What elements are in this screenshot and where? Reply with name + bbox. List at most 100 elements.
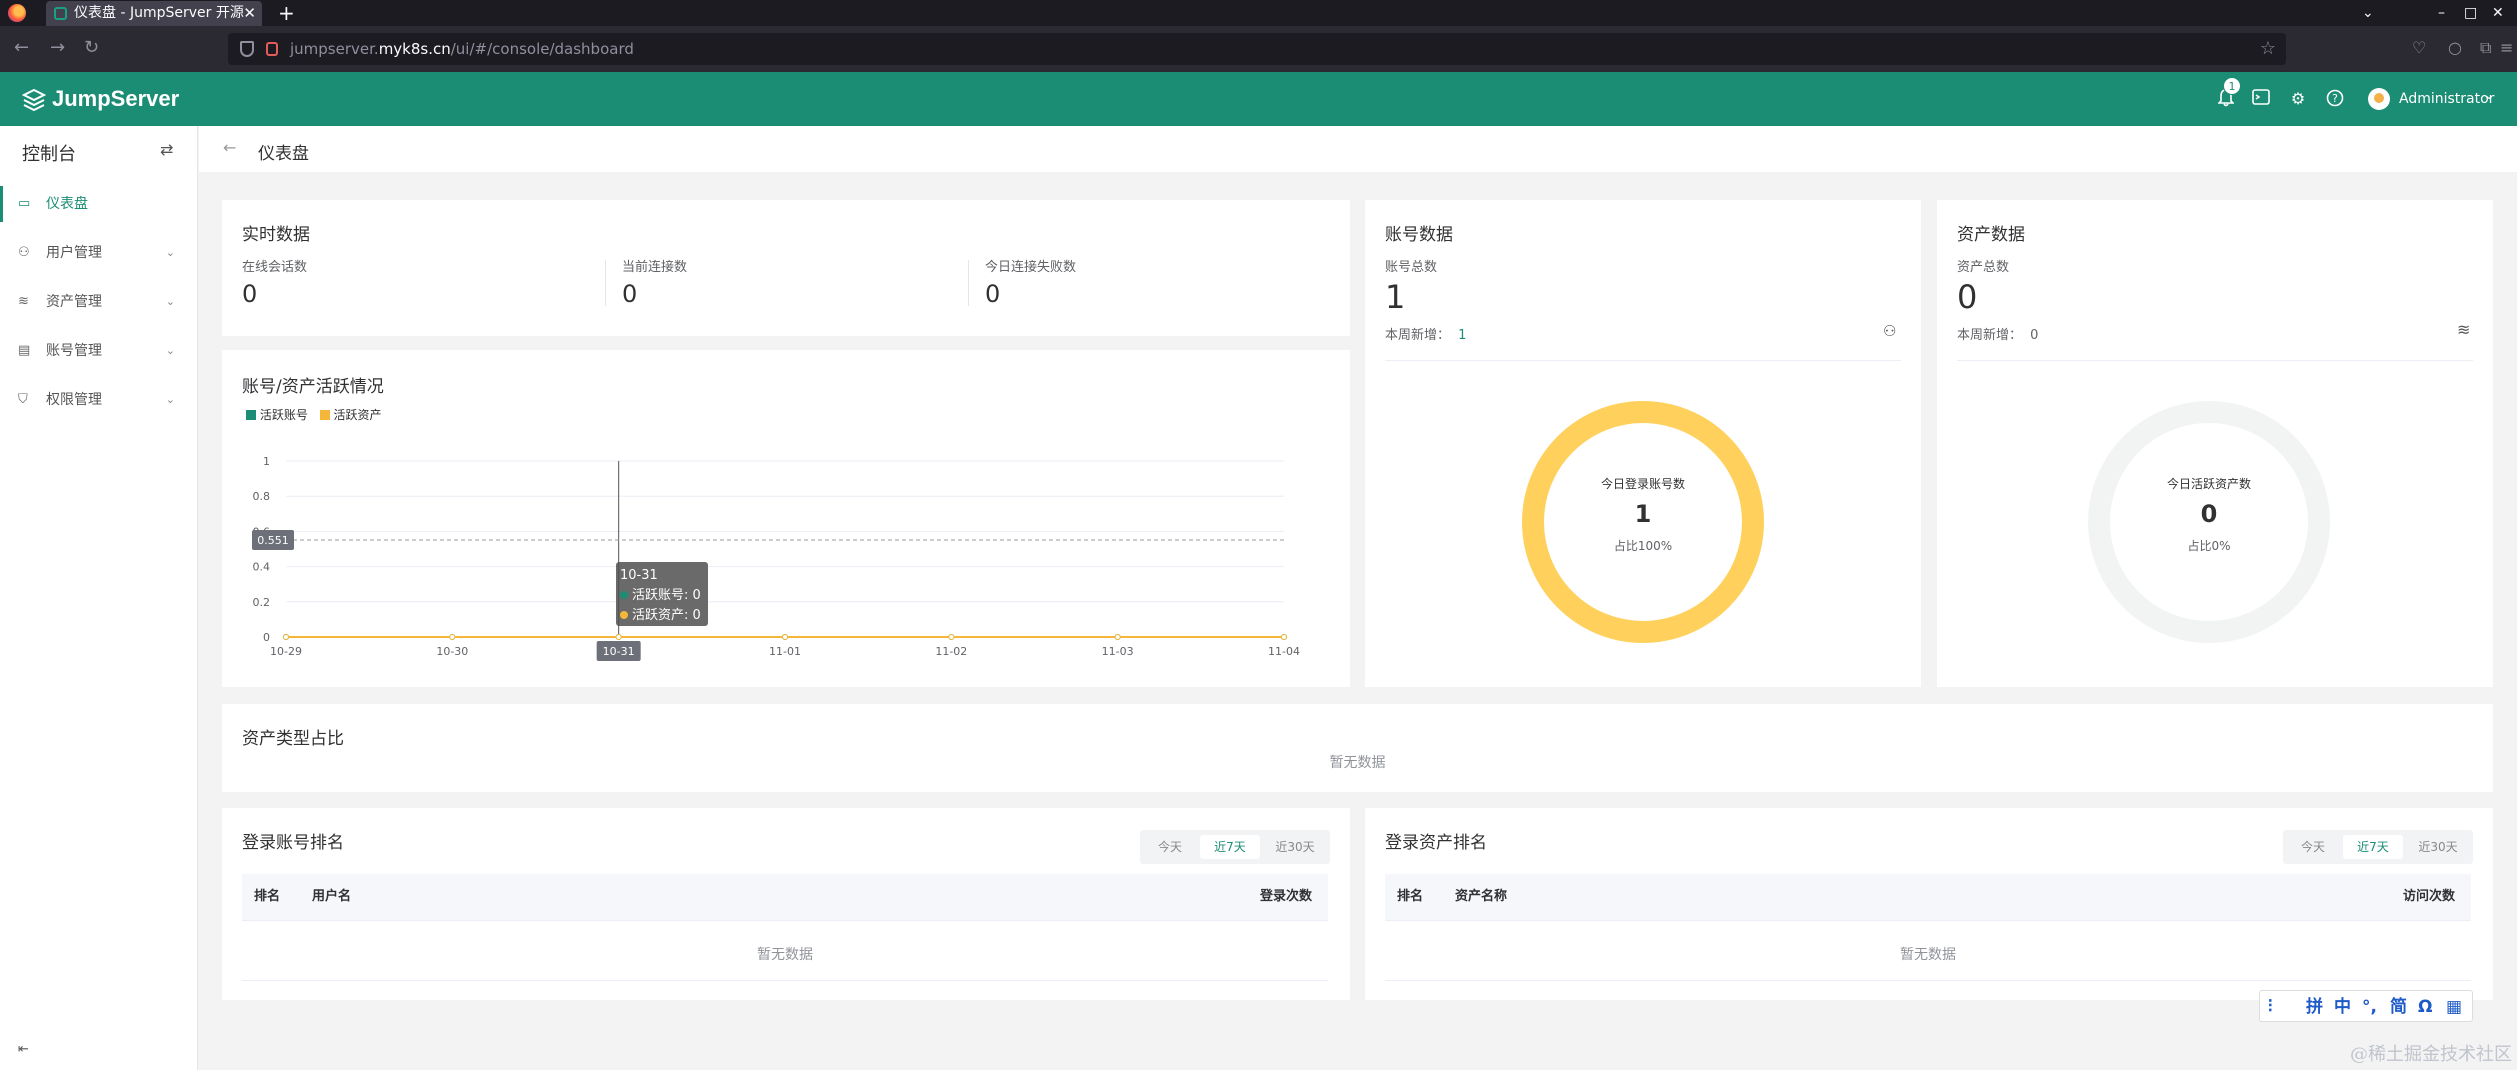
monitor-icon: ▭ xyxy=(18,196,31,211)
ime-item[interactable]: °, xyxy=(2362,991,2377,1023)
table-header: 排名 资产名称 访问次数 xyxy=(1385,874,2471,920)
account-icon[interactable]: ○ xyxy=(2448,38,2462,57)
stat-label: 在线会话数 xyxy=(242,260,308,275)
help-icon[interactable]: ? xyxy=(2325,89,2345,109)
sidebar: 控制台 ⇄ ▭ 仪表盘 ⚇ 用户管理 ⌄ ≋ 资产管理 ⌄ ▤ 账号管理 ⌄ ⛉… xyxy=(0,126,198,1070)
bookmark-star-icon[interactable]: ☆ xyxy=(2260,33,2276,65)
menu-icon[interactable]: ≡ xyxy=(2500,38,2513,57)
browser-tab-bar: 仪表盘 - JumpServer 开源 ✕ + ⌄ – □ ✕ xyxy=(0,0,2517,26)
divider xyxy=(1385,920,2471,921)
sidebar-item-users[interactable]: ⚇ 用户管理 ⌄ xyxy=(0,231,197,275)
watermark: @稀土掘金技术社区 xyxy=(2350,1044,2512,1065)
data-point xyxy=(948,634,955,640)
switch-view-icon[interactable]: ⇄ xyxy=(160,140,173,159)
data-point xyxy=(1114,634,1121,640)
jumpserver-logo[interactable]: JumpServer xyxy=(22,86,179,112)
avatar[interactable] xyxy=(2368,88,2390,110)
ime-item[interactable]: 中 xyxy=(2334,991,2351,1023)
app-header: JumpServer 1 ⚙ ? Administrator ⌄ xyxy=(0,72,2517,126)
range-30days[interactable]: 近30天 xyxy=(1264,835,1326,859)
range-today[interactable]: 今天 xyxy=(2287,835,2339,859)
asset-data-card: 资产数据 资产总数 0 本周新增： 0 ≋ 今日活跃资产数 0 占比0% xyxy=(1937,200,2493,687)
sidebar-item-label: 账号管理 xyxy=(46,343,102,359)
card-title: 登录账号排名 xyxy=(242,833,344,853)
divider xyxy=(605,260,606,306)
svg-text:?: ? xyxy=(2332,92,2338,105)
reload-icon[interactable]: ↻ xyxy=(84,38,99,58)
sidebar-item-label: 权限管理 xyxy=(46,392,102,408)
y-tick-label: 0.8 xyxy=(253,490,271,503)
browser-tab[interactable]: 仪表盘 - JumpServer 开源 ✕ xyxy=(46,1,262,26)
user-name[interactable]: Administrator xyxy=(2399,89,2494,109)
stat-value: 0 xyxy=(985,280,1001,308)
table-header: 排名 用户名 登录次数 xyxy=(242,874,1328,920)
sidebar-item-dashboard[interactable]: ▭ 仪表盘 xyxy=(0,182,197,226)
empty-text: 暂无数据 xyxy=(1329,755,1386,771)
ime-item[interactable]: 拼 xyxy=(2306,991,2323,1023)
column-header: 登录次数 xyxy=(1259,889,1312,904)
y-tick-label: 0.4 xyxy=(253,561,271,574)
jumpserver-favicon-icon xyxy=(54,7,67,20)
donut-title: 今日登录账号数 xyxy=(1600,477,1685,491)
range-7days[interactable]: 近7天 xyxy=(1200,835,1260,859)
collapse-sidebar-icon[interactable]: ⇤ xyxy=(18,1042,29,1057)
forward-arrow-icon[interactable]: → xyxy=(50,38,65,58)
chevron-down-icon[interactable]: ⌄ xyxy=(2484,88,2494,102)
range-today[interactable]: 今天 xyxy=(1144,835,1196,859)
minimize-icon[interactable]: – xyxy=(2438,0,2445,26)
sidebar-item-label: 用户管理 xyxy=(46,245,102,261)
grid-icon[interactable]: ▦ xyxy=(2446,991,2462,1023)
stat-value: 0 xyxy=(622,280,638,308)
sidebar-item-permissions[interactable]: ⛉ 权限管理 ⌄ xyxy=(0,378,197,422)
sidebar-item-label: 资产管理 xyxy=(46,294,102,310)
back-arrow-icon[interactable]: ← xyxy=(223,138,236,157)
card-title: 资产类型占比 xyxy=(242,729,344,749)
web-terminal-icon[interactable] xyxy=(2251,89,2271,109)
back-arrow-icon[interactable]: ← xyxy=(14,38,29,58)
data-point xyxy=(782,634,788,640)
empty-text: 暂无数据 xyxy=(1900,947,1956,963)
card-title: 实时数据 xyxy=(242,225,310,245)
tooltip-date: 10-31 xyxy=(620,568,658,583)
data-point xyxy=(1281,634,1287,640)
url-bar[interactable]: jumpserver.myk8s.cn/ui/#/console/dashboa… xyxy=(228,33,2286,65)
login-asset-ranking-card: 登录资产排名 今天 近7天 近30天 排名 资产名称 访问次数 暂无数据 xyxy=(1365,808,2493,1000)
tab-list-chevron-icon[interactable]: ⌄ xyxy=(2362,0,2374,26)
tab-close-icon[interactable]: ✕ xyxy=(243,1,256,26)
tooltip-line: 活跃资产: 0 xyxy=(632,608,701,623)
column-header: 用户名 xyxy=(312,889,352,904)
shield-icon: ⛉ xyxy=(18,392,28,407)
settings-gear-icon[interactable]: ⚙ xyxy=(2288,89,2308,109)
sidebar-title: 控制台 xyxy=(22,144,76,165)
page-title: 仪表盘 xyxy=(258,144,309,164)
login-account-ranking-card: 登录账号排名 今天 近7天 近30天 排名 用户名 登录次数 暂无数据 xyxy=(222,808,1350,1000)
tracking-shield-icon[interactable] xyxy=(240,41,254,57)
sidebar-item-assets[interactable]: ≋ 资产管理 ⌄ xyxy=(0,280,197,324)
page-header: ← 仪表盘 xyxy=(199,126,2517,172)
insecure-lock-icon[interactable] xyxy=(266,42,278,56)
ime-toolbar: ⫶ 拼 中 °, 简 Ω ▦ xyxy=(2259,990,2473,1022)
activity-line-chart[interactable]: 00.20.40.60.8110-2910-3010-3111-0111-021… xyxy=(222,350,1350,687)
logo-text: JumpServer xyxy=(52,86,180,111)
sidebar-item-accounts[interactable]: ▤ 账号管理 ⌄ xyxy=(0,329,197,373)
x-tick-label: 10-30 xyxy=(436,645,468,658)
window-close-icon[interactable]: ✕ xyxy=(2492,0,2504,26)
donut-ratio: 占比0% xyxy=(2187,539,2231,553)
range-30days[interactable]: 近30天 xyxy=(2407,835,2469,859)
maximize-icon[interactable]: □ xyxy=(2464,0,2477,26)
donut-value: 1 xyxy=(1634,500,1652,528)
browser-nav-bar: ← → ↻ jumpserver.myk8s.cn/ui/#/console/d… xyxy=(0,26,2517,72)
asset-donut xyxy=(2088,401,2330,643)
account-donut xyxy=(1522,401,1764,643)
ime-item[interactable]: Ω xyxy=(2418,991,2432,1023)
range-7days[interactable]: 近7天 xyxy=(2343,835,2403,859)
new-tab-button[interactable]: + xyxy=(278,0,295,26)
donut-value: 0 xyxy=(2200,500,2218,528)
asset-type-card: 资产类型占比 暂无数据 xyxy=(222,704,2493,792)
column-header: 排名 xyxy=(1397,889,1424,904)
donut-ratio: 占比100% xyxy=(1613,539,1673,553)
extensions-icon[interactable]: ⧉ xyxy=(2480,38,2491,58)
voice-icon[interactable]: ⫶ xyxy=(2268,991,2272,1023)
pocket-icon[interactable]: ♡ xyxy=(2412,38,2426,57)
ime-item[interactable]: 简 xyxy=(2390,991,2407,1023)
